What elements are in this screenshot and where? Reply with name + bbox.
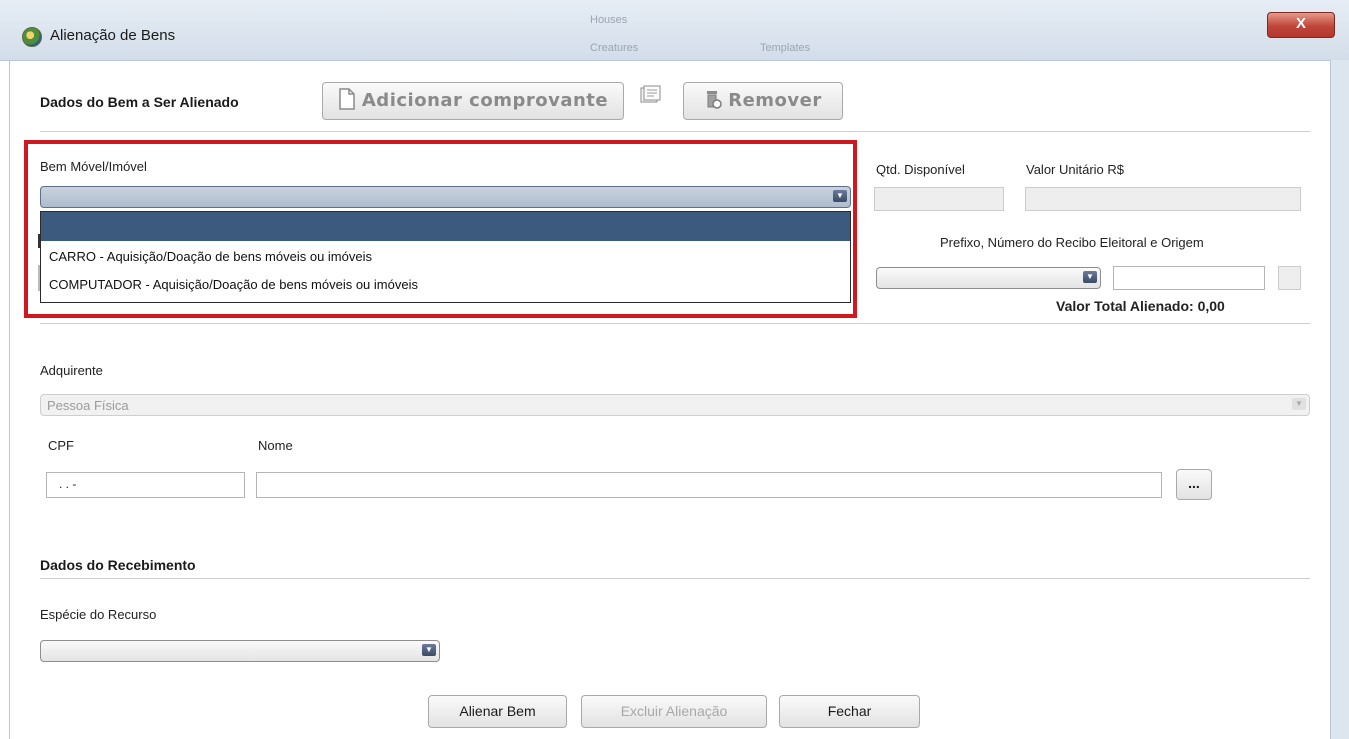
add-comprovante-label: Adicionar comprovante [361,90,609,111]
adquirente-select-value: Pessoa Física [47,398,129,413]
chevron-down-icon: ▼ [1292,398,1306,410]
bem-dropdown-list[interactable]: CARRO - Aquisição/Doação de bens móveis … [40,211,851,303]
separator [40,323,1310,324]
prefixo-label: Prefixo, Número do Recibo Eleitoral e Or… [940,235,1204,250]
add-comprovante-button[interactable]: Adicionar comprovante [322,82,624,120]
especie-select[interactable]: ▼ [40,640,440,662]
section-title-recebimento: Dados do Recebimento [40,557,196,573]
cpf-value: . . - [59,477,77,491]
remove-label: Remover [728,90,822,111]
title-bar: Houses Creatures Templates [0,0,1349,61]
adquirente-label: Adquirente [40,363,103,378]
fechar-button[interactable]: Fechar [779,695,920,728]
background-window-text: Creatures [590,42,639,54]
browse-button[interactable]: ... [1176,469,1212,500]
excluir-alienacao-button: Excluir Alienação [581,695,767,728]
dropdown-option-empty[interactable] [41,212,850,241]
prefixo-select[interactable]: ▼ [876,267,1101,289]
close-button[interactable]: X [1267,12,1335,38]
valor-unitario-field [1025,187,1301,211]
chevron-down-icon: ▼ [1083,271,1097,283]
nome-field[interactable] [256,472,1162,498]
remove-button[interactable]: Remover [683,82,843,120]
document-icon [339,88,355,110]
cpf-label: CPF [48,438,74,453]
alienar-bem-button[interactable]: Alienar Bem [428,695,567,728]
dropdown-option-carro[interactable]: CARRO - Aquisição/Doação de bens móveis … [49,249,372,264]
especie-label: Espécie do Recurso [40,607,157,622]
valor-total-label: Valor Total Alienado: [1056,298,1194,314]
valor-total: Valor Total Alienado: 0,00 [1056,298,1225,314]
origem-field [1278,266,1301,290]
app-icon [22,27,42,47]
section-title-bem: Dados do Bem a Ser Alienado [40,94,239,110]
receipt-icon[interactable] [638,84,662,108]
dropdown-option-computador[interactable]: COMPUTADOR - Aquisição/Doação de bens mó… [49,277,418,292]
separator [40,578,1310,579]
qtd-label: Qtd. Disponível [876,162,965,177]
window-title: Alienação de Bens [50,27,176,44]
trash-icon [707,91,722,109]
background-window-text: Templates [760,42,811,54]
valor-total-value: 0,00 [1197,298,1225,314]
window-frame-strip [1331,60,1349,739]
cpf-field[interactable]: . . - [46,472,245,498]
recibo-number-field[interactable] [1113,266,1265,290]
separator [40,131,1310,132]
window-frame-left [9,60,10,739]
valor-unitario-label: Valor Unitário R$ [1026,162,1125,177]
nome-label: Nome [258,438,293,453]
chevron-down-icon: ▼ [422,644,436,656]
adquirente-select: Pessoa Física ▼ [40,394,1310,416]
qtd-field [874,187,1004,211]
background-window-text: Houses [590,14,628,26]
